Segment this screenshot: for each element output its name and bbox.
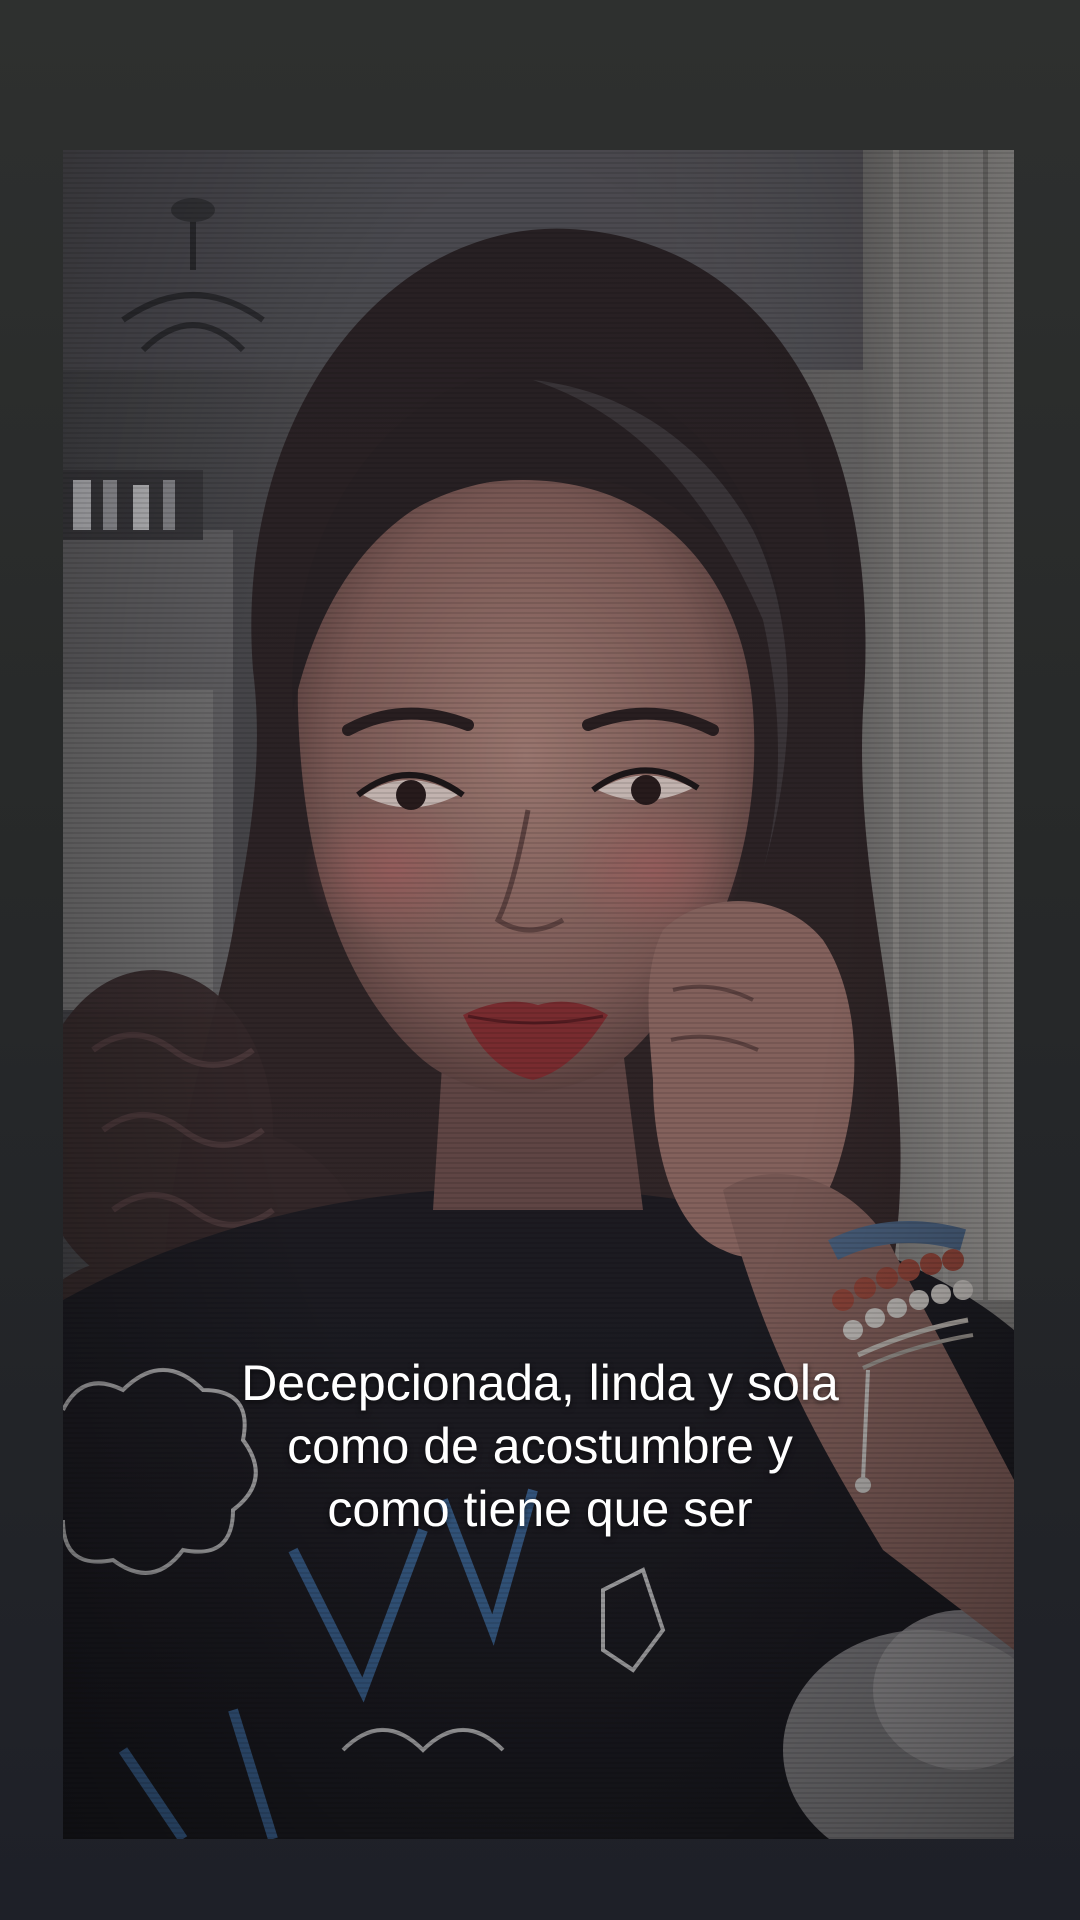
caption-line: como tiene que ser xyxy=(327,1481,753,1537)
caption-line: como de acostumbre y xyxy=(287,1418,793,1474)
caption-line: Decepcionada, linda y sola xyxy=(241,1355,839,1411)
video-frame[interactable] xyxy=(63,150,1014,1839)
video-still-image xyxy=(63,150,1014,1839)
video-caption: Decepcionada, linda y sola como de acost… xyxy=(0,1352,1080,1541)
